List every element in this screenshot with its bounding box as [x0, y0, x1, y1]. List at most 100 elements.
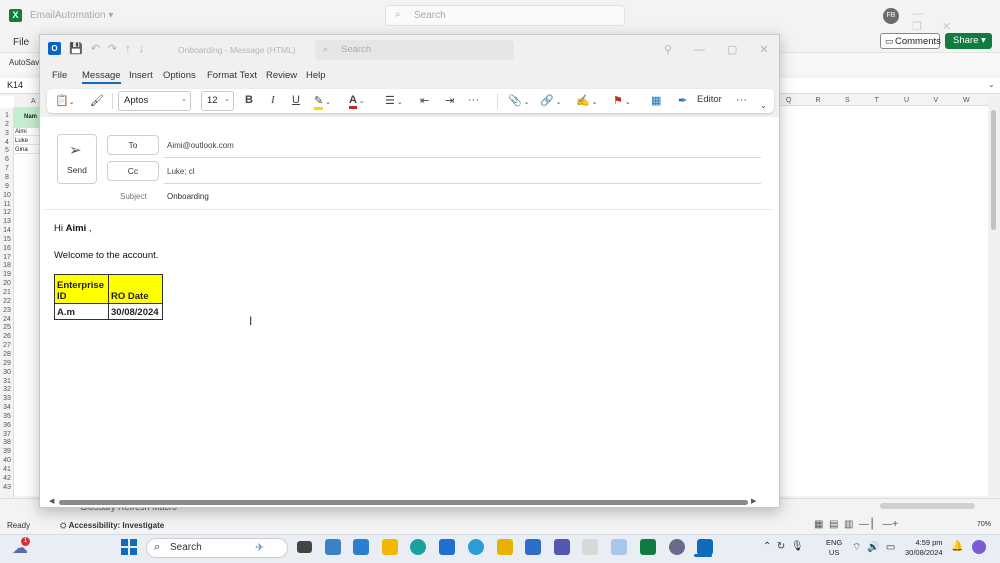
column-letter[interactable]: Q [786, 97, 791, 104]
more-options-icon[interactable]: ··· [736, 94, 747, 106]
row-number[interactable]: 8 [0, 174, 14, 181]
subject-field[interactable]: Onboarding [167, 192, 209, 201]
teams-icon[interactable] [554, 539, 570, 555]
column-letter[interactable]: S [845, 97, 850, 104]
row-number[interactable]: 15 [0, 236, 14, 243]
column-letter[interactable]: W [963, 97, 970, 104]
row-number[interactable]: 31 [0, 378, 14, 385]
row-number[interactable]: 25 [0, 324, 14, 331]
excel-menu-file[interactable]: File [13, 37, 29, 48]
row-number[interactable]: 7 [0, 165, 14, 172]
tab-insert[interactable]: Insert [129, 70, 153, 81]
tab-options[interactable]: Options [163, 70, 196, 81]
excel-search-box[interactable]: Search [385, 5, 625, 26]
language-indicator[interactable]: ENG US [826, 538, 842, 558]
column-letter[interactable]: T [875, 97, 879, 104]
row-number[interactable]: 35 [0, 413, 14, 420]
row-number[interactable]: 18 [0, 262, 14, 269]
row-number[interactable]: 14 [0, 227, 14, 234]
table-header-cell[interactable]: Enterprise ID [54, 274, 109, 304]
signature-icon[interactable]: ✍ ⌄ [576, 94, 598, 107]
row-number[interactable]: 39 [0, 448, 14, 455]
highlight-icon[interactable]: ✎ ⌄ [314, 94, 331, 110]
scroll-right-icon[interactable]: ▶ [751, 497, 756, 505]
greeting-line[interactable]: Hi Aimi , [54, 223, 92, 234]
system-tray-icons[interactable]: ⌃ ↻ 🎙 [763, 541, 804, 552]
apps-icon[interactable]: ▦ [651, 94, 661, 107]
view-buttons[interactable]: ▦ ▤ ▥ — ▏ —+ [814, 519, 898, 530]
row-number[interactable]: 22 [0, 298, 14, 305]
row-number[interactable]: 21 [0, 289, 14, 296]
avatar[interactable]: FB [883, 8, 899, 24]
to-field[interactable]: Aimi@outlook.com [167, 141, 234, 150]
row-number[interactable]: 11 [0, 201, 14, 208]
column-header-a[interactable]: A [14, 96, 39, 108]
file-explorer-icon[interactable] [382, 539, 398, 555]
column-letter[interactable]: R [816, 97, 821, 104]
copilot-icon[interactable] [972, 540, 986, 554]
outlook-taskbar-icon[interactable] [439, 539, 455, 555]
font-name-select[interactable]: Aptos ⌄ [118, 91, 191, 111]
clock[interactable]: 4:59 pm 30/08/2024 [905, 538, 943, 558]
row-number[interactable]: 6 [0, 156, 14, 163]
underline-button[interactable]: U [292, 94, 300, 106]
name-cell[interactable]: Luke [14, 138, 39, 145]
tab-file[interactable]: File [52, 70, 67, 81]
link-icon[interactable]: 🔗 ⌄ [540, 94, 562, 107]
settings-icon[interactable] [669, 539, 685, 555]
excel-taskbar-icon[interactable] [640, 539, 656, 555]
quick-access-toolbar[interactable]: 💾↶↷↑↓ [69, 42, 152, 55]
row-number[interactable]: 10 [0, 192, 14, 199]
excel-file-name[interactable]: EmailAutomation ▾ [30, 10, 113, 21]
photos-icon[interactable] [611, 539, 627, 555]
scroll-left-icon[interactable]: ◀ [49, 497, 54, 505]
compose-horizontal-scrollbar[interactable] [59, 500, 748, 505]
formula-expand-icon[interactable]: ⌄ [988, 80, 995, 89]
column-letter[interactable]: U [904, 97, 909, 104]
outlook-search-box[interactable]: Search [315, 40, 514, 60]
row-number[interactable]: 13 [0, 218, 14, 225]
row-number[interactable]: 34 [0, 404, 14, 411]
tab-help[interactable]: Help [306, 70, 326, 81]
excel-horizontal-scrollbar[interactable] [880, 503, 975, 509]
row-number[interactable]: 30 [0, 369, 14, 376]
widgets-icon[interactable] [325, 539, 341, 555]
tab-format-text[interactable]: Format Text [207, 70, 257, 81]
chrome-icon[interactable] [468, 539, 484, 555]
network-volume-battery-icons[interactable]: ⌔🔊▭ [852, 541, 901, 554]
excel-scroll-thumb[interactable] [991, 110, 996, 230]
row-number[interactable]: 26 [0, 333, 14, 340]
name-cell[interactable]: Aimi [14, 129, 39, 136]
flag-icon[interactable]: ⚑ ⌄ [613, 94, 631, 107]
row-number[interactable]: 5 [0, 147, 14, 154]
attach-file-icon[interactable]: 📎 ⌄ [508, 94, 530, 107]
excel-grid-right[interactable] [780, 96, 988, 496]
row-number[interactable]: 19 [0, 271, 14, 278]
more-formatting-icon[interactable]: ··· [468, 94, 479, 106]
row-number[interactable]: 12 [0, 209, 14, 216]
row-number[interactable]: 37 [0, 431, 14, 438]
row-number[interactable]: 17 [0, 254, 14, 261]
column-headers[interactable] [780, 96, 988, 106]
taskbar-search[interactable]: Search [146, 538, 288, 558]
column-letter[interactable]: V [934, 97, 939, 104]
editor-button[interactable]: Editor [697, 94, 722, 105]
cc-button[interactable]: Cc [107, 161, 159, 181]
cc-field[interactable]: Luke; cl [167, 167, 195, 176]
table-cell[interactable]: A.m [54, 303, 109, 320]
row-headers[interactable]: 1 2 3 4 5 6 7 8 9 10 11 12 13 14 15 16 17 18 19 20 21 22 23 24 2… [0, 108, 14, 498]
row-number[interactable]: 28 [0, 351, 14, 358]
table-header-cell[interactable]: RO Date [108, 274, 163, 304]
bold-button[interactable]: B [245, 94, 253, 106]
name-header-cell[interactable]: Nam [14, 108, 39, 128]
row-number[interactable]: 24 [0, 316, 14, 323]
row-number[interactable]: 36 [0, 422, 14, 429]
row-number[interactable]: 43 [0, 484, 14, 491]
email-data-table[interactable]: Enterprise ID RO Date A.m 30/08/2024 [54, 274, 163, 320]
row-number[interactable]: 32 [0, 386, 14, 393]
row-number[interactable]: 2 [0, 121, 14, 128]
store-icon[interactable] [353, 539, 369, 555]
share-button[interactable]: Share ▾ [945, 33, 992, 49]
outlook-active-icon[interactable] [697, 539, 713, 555]
notification-bell-icon[interactable]: 🔔 [951, 541, 963, 552]
